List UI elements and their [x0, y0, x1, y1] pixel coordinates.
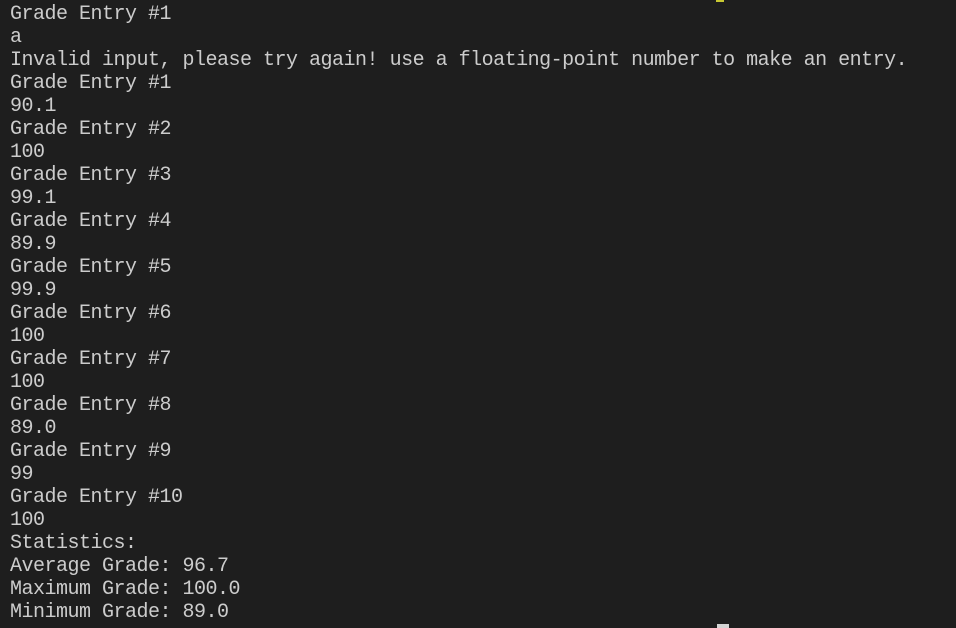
terminal-line: 99.9 — [10, 279, 57, 302]
terminal-line: Statistics: — [10, 532, 137, 555]
terminal-line: Grade Entry #8 — [10, 394, 172, 417]
terminal-line: a — [10, 26, 22, 49]
terminal-line: Grade Entry #9 — [10, 440, 172, 463]
terminal-line: Invalid input, please try again! use a f… — [10, 49, 908, 72]
terminal-line: 100 — [10, 509, 45, 532]
terminal-line: Maximum Grade: 100.0 — [10, 578, 241, 601]
terminal-line: 100 — [10, 141, 45, 164]
terminal-line: 99.1 — [10, 187, 57, 210]
terminal-line: Grade Entry #1 — [10, 3, 172, 26]
scroll-marker — [716, 0, 724, 2]
terminal-line: 90.1 — [10, 95, 57, 118]
terminal-line: Grade Entry #3 — [10, 164, 172, 187]
terminal-line: Grade Entry #2 — [10, 118, 172, 141]
terminal-line: Average Grade: 96.7 — [10, 555, 229, 578]
terminal-line: 100 — [10, 371, 45, 394]
terminal-line: 99 — [10, 463, 34, 486]
terminal-line: Grade Entry #5 — [10, 256, 172, 279]
terminal-line: 89.0 — [10, 417, 57, 440]
terminal-cursor — [717, 624, 729, 628]
terminal-line: Grade Entry #10 — [10, 486, 183, 509]
terminal-line: 100 — [10, 325, 45, 348]
terminal-panel[interactable]: Grade Entry #1 a Invalid input, please t… — [0, 0, 956, 628]
terminal-line: Minimum Grade: 89.0 — [10, 601, 229, 624]
terminal-line: Grade Entry #1 — [10, 72, 172, 95]
terminal-line: Grade Entry #4 — [10, 210, 172, 233]
terminal-line: 89.9 — [10, 233, 57, 256]
terminal-line: Grade Entry #6 — [10, 302, 172, 325]
terminal-line: Grade Entry #7 — [10, 348, 172, 371]
terminal-output: Grade Entry #1 a Invalid input, please t… — [10, 3, 956, 624]
